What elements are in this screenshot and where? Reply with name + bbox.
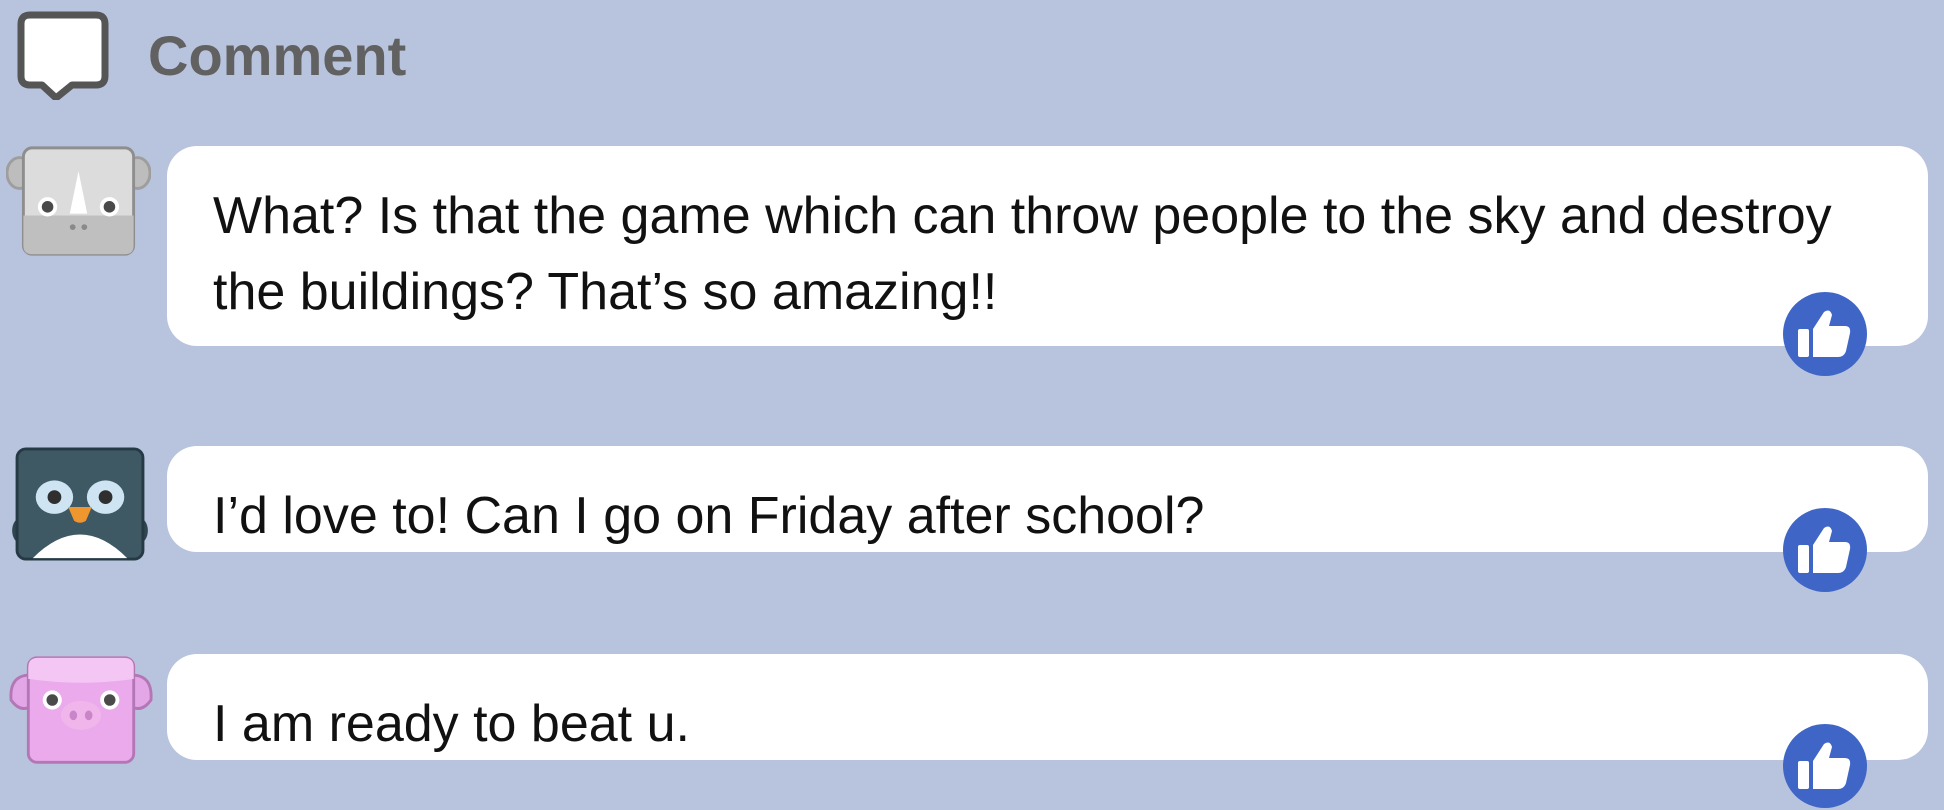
comment-title: Comment <box>148 24 407 87</box>
rhino-avatar <box>6 146 151 256</box>
comment-bubble: I’d love to! Can I go on Friday after sc… <box>167 446 1928 552</box>
penguin-avatar <box>12 447 148 561</box>
thumbs-up-icon <box>1798 310 1851 357</box>
comment-header: Comment <box>16 10 406 100</box>
comment-item: I am ready to beat u. <box>0 654 1944 810</box>
comment-bubble-icon <box>17 11 109 100</box>
like-button[interactable] <box>1783 724 1867 808</box>
comment-item: I’d love to! Can I go on Friday after sc… <box>0 446 1944 596</box>
pig-avatar <box>9 656 153 764</box>
like-button[interactable] <box>1783 508 1867 592</box>
comment-item: What? Is that the game which can throw p… <box>0 140 1944 380</box>
thumbs-up-icon <box>1798 526 1851 573</box>
comment-text: What? Is that the game which can throw p… <box>213 187 1832 321</box>
like-button[interactable] <box>1783 292 1867 376</box>
comment-text: I’d love to! Can I go on Friday after sc… <box>213 487 1205 545</box>
thumbs-up-icon <box>1798 742 1851 789</box>
comment-bubble: I am ready to beat u. <box>167 654 1928 760</box>
comment-text: I am ready to beat u. <box>213 695 690 753</box>
comment-bubble: What? Is that the game which can throw p… <box>167 146 1928 346</box>
